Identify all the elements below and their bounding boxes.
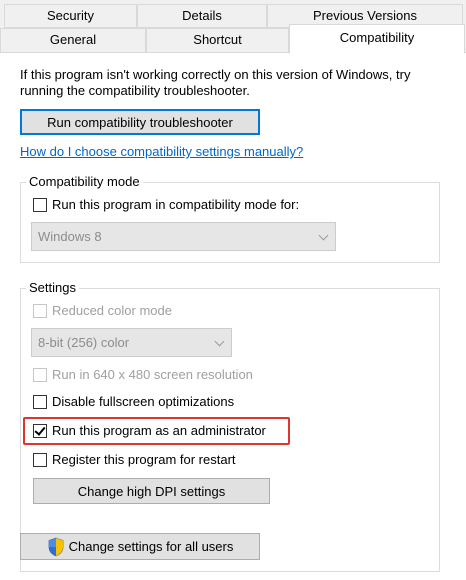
- register-restart-row[interactable]: Register this program for restart: [33, 452, 236, 468]
- change-all-users-button[interactable]: Change settings for all users: [20, 533, 260, 560]
- run-troubleshooter-button[interactable]: Run compatibility troubleshooter: [20, 109, 260, 135]
- tab-shortcut[interactable]: Shortcut: [146, 28, 289, 53]
- os-version-value: Windows 8: [38, 229, 102, 244]
- tab-compatibility[interactable]: Compatibility: [289, 24, 465, 54]
- fullscreen-opt-label: Disable fullscreen optimizations: [52, 394, 235, 409]
- change-dpi-button[interactable]: Change high DPI settings: [33, 478, 270, 504]
- run-as-admin-highlight: [23, 417, 290, 445]
- fullscreen-opt-row[interactable]: Disable fullscreen optimizations: [33, 394, 234, 410]
- register-restart-label: Register this program for restart: [52, 452, 236, 467]
- compatibility-mode-checkbox-row[interactable]: Run this program in compatibility mode f…: [33, 197, 299, 213]
- settings-legend: Settings: [26, 280, 79, 295]
- compatibility-mode-label: Run this program in compatibility mode f…: [52, 197, 300, 212]
- register-restart-checkbox[interactable]: [33, 453, 47, 467]
- chevron-down-icon: [318, 230, 329, 241]
- intro-text: If this program isn't working correctly …: [20, 67, 411, 98]
- res640-row: Run in 640 x 480 screen resolution: [33, 367, 253, 383]
- compatibility-page: If this program isn't working correctly …: [0, 52, 466, 580]
- reduced-color-checkbox: [33, 304, 47, 318]
- fullscreen-opt-checkbox[interactable]: [33, 395, 47, 409]
- os-version-select: Windows 8: [31, 222, 336, 251]
- compatibility-mode-checkbox[interactable]: [33, 198, 47, 212]
- change-all-users-label: Change settings for all users: [68, 539, 234, 554]
- compatibility-mode-legend: Compatibility mode: [26, 174, 143, 189]
- compatibility-help-link[interactable]: How do I choose compatibility settings m…: [20, 144, 303, 159]
- reduced-color-row: Reduced color mode: [33, 303, 172, 319]
- res640-checkbox: [33, 368, 47, 382]
- tab-general[interactable]: General: [0, 28, 146, 53]
- chevron-down-icon: [214, 336, 225, 347]
- tab-security[interactable]: Security: [4, 4, 137, 28]
- tab-details[interactable]: Details: [137, 4, 267, 28]
- reduced-color-label: Reduced color mode: [52, 303, 172, 318]
- color-depth-value: 8-bit (256) color: [38, 335, 130, 350]
- tab-strip: Security Details Previous Versions Gener…: [0, 0, 466, 54]
- res640-label: Run in 640 x 480 screen resolution: [52, 367, 253, 382]
- color-depth-select: 8-bit (256) color: [31, 328, 232, 357]
- uac-shield-icon: [48, 537, 63, 556]
